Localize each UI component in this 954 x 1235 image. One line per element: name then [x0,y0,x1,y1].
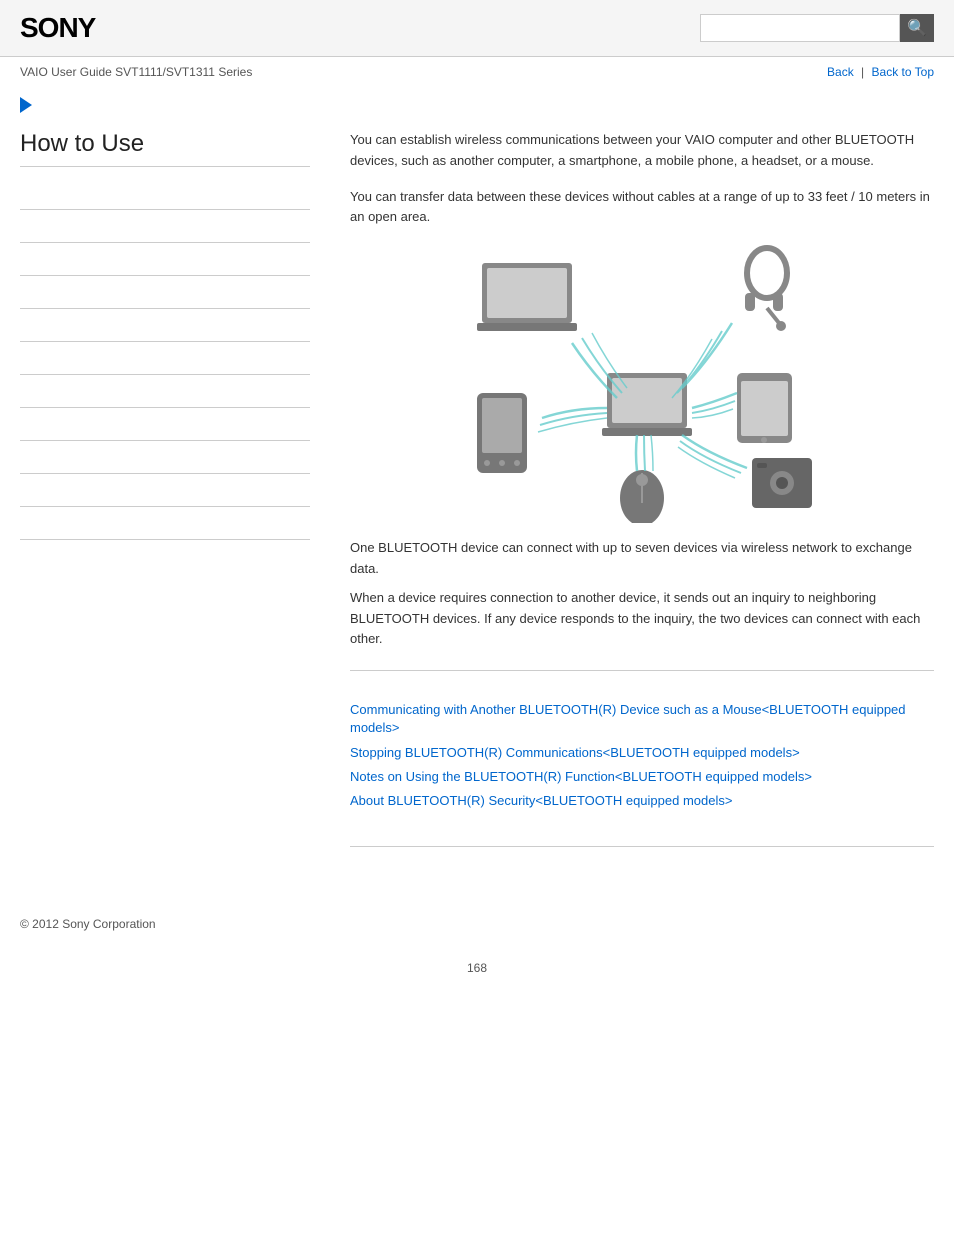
intro-paragraph-1: You can establish wireless communication… [350,130,934,172]
content-area: You can establish wireless communication… [330,130,934,867]
laptop-center [602,373,692,436]
sidebar-link[interactable] [20,417,310,431]
sidebar-link[interactable] [20,516,310,530]
list-item [20,408,310,441]
back-to-top-link[interactable]: Back to Top [872,65,934,79]
sidebar-title: How to Use [20,130,310,167]
page-header: SONY 🔍 [0,0,954,57]
mouse-icon [620,470,664,523]
related-link-3[interactable]: Notes on Using the BLUETOOTH(R) Function… [350,768,934,786]
sidebar-link[interactable] [20,483,310,497]
related-link-2[interactable]: Stopping BLUETOOTH(R) Communications<BLU… [350,744,934,762]
list-item [20,309,310,342]
sidebar: How to Use [20,130,330,867]
page-footer: © 2012 Sony Corporation [0,887,954,951]
signal-waves-1 [572,333,627,398]
laptop-top-left [477,263,577,331]
body-paragraph-1: One BLUETOOTH device can connect with up… [350,538,934,580]
chevron-right-icon [20,97,32,113]
related-links: Communicating with Another BLUETOOTH(R) … [350,691,934,826]
breadcrumb [0,87,954,120]
body-paragraph-2: When a device requires connection to ano… [350,588,934,650]
sony-logo: SONY [20,12,95,44]
search-icon: 🔍 [907,18,927,38]
headset-icon [745,248,787,331]
related-link-1[interactable]: Communicating with Another BLUETOOTH(R) … [350,701,934,737]
main-content: How to Use You can establish wireless co… [0,120,954,887]
list-item [20,474,310,507]
phone-icon [477,393,527,473]
list-item [20,342,310,375]
bluetooth-illustration [350,243,934,523]
signal-waves-3 [538,408,607,432]
signal-waves-4 [692,393,737,418]
list-item [20,507,310,540]
signal-waves-6 [678,435,747,478]
sidebar-link[interactable] [20,285,310,299]
list-item [20,375,310,408]
page-number: 168 [0,951,954,995]
back-link[interactable]: Back [827,65,854,79]
intro-paragraph-2: You can transfer data between these devi… [350,187,934,229]
sidebar-link[interactable] [20,351,310,365]
search-area: 🔍 [700,14,934,42]
list-item [20,243,310,276]
signal-waves-5 [636,435,653,471]
list-item [20,177,310,210]
list-item [20,276,310,309]
speaker-icon [752,458,812,508]
search-input[interactable] [700,14,900,42]
list-item [20,441,310,474]
section-divider-bottom [350,846,934,847]
sidebar-links [20,177,310,540]
related-link-4[interactable]: About BLUETOOTH(R) Security<BLUETOOTH eq… [350,792,934,810]
guide-title: VAIO User Guide SVT1111/SVT1311 Series [20,65,252,79]
tablet-icon [737,373,792,443]
sidebar-link[interactable] [20,318,310,332]
nav-bar: VAIO User Guide SVT1111/SVT1311 Series B… [0,57,954,87]
signal-waves-2 [672,323,732,398]
copyright-text: © 2012 Sony Corporation [20,917,156,931]
sidebar-link[interactable] [20,252,310,266]
sidebar-link[interactable] [20,384,310,398]
list-item [20,210,310,243]
nav-separator: | [861,65,864,79]
search-button[interactable]: 🔍 [900,14,934,42]
sidebar-link[interactable] [20,219,310,233]
nav-links: Back | Back to Top [827,65,934,79]
sidebar-link[interactable] [20,186,310,200]
section-divider-top [350,670,934,671]
sidebar-link[interactable] [20,450,310,464]
bluetooth-diagram-svg [452,243,832,523]
